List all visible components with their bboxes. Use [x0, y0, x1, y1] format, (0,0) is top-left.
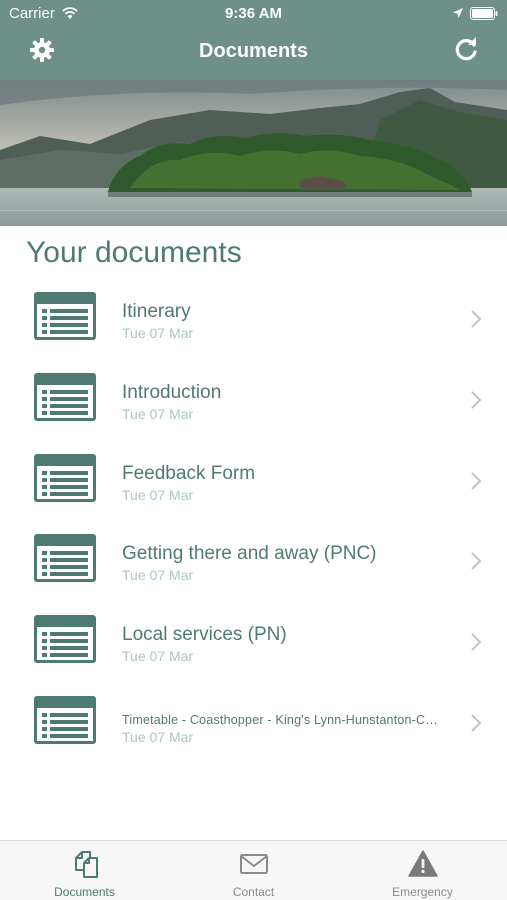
document-row[interactable]: Itinerary Tue 07 Mar — [0, 280, 507, 361]
document-name: Itinerary — [122, 301, 191, 322]
clock: 9:36 AM — [225, 5, 282, 22]
section-heading: Your documents — [26, 236, 242, 269]
chevron-right-icon — [471, 552, 482, 571]
tab-emergency[interactable]: Emergency — [338, 841, 507, 900]
refresh-icon[interactable] — [452, 36, 480, 64]
document-name: Timetable - Coasthopper - King's Lynn-Hu… — [122, 712, 438, 727]
tab-emergency-label: Emergency — [392, 885, 453, 899]
chevron-right-icon — [471, 714, 482, 732]
document-icon — [34, 292, 96, 340]
documents-icon — [75, 851, 98, 878]
document-name: Local services (PN) — [122, 624, 287, 646]
document-icon — [34, 453, 96, 502]
warning-icon — [408, 850, 438, 877]
document-date: Tue 07 Mar — [122, 405, 194, 422]
document-row[interactable]: Getting there and away (PNC) Tue 07 Mar — [0, 522, 507, 603]
chevron-right-icon — [471, 391, 482, 409]
chevron-right-icon — [471, 471, 482, 490]
tab-contact[interactable]: Contact — [169, 841, 338, 900]
document-date: Tue 07 Mar — [122, 486, 194, 503]
document-row[interactable]: Introduction Tue 07 Mar — [0, 361, 507, 442]
documents-screen: Carrier 9:36 AM Documents Your documents… — [0, 0, 507, 900]
document-name: Getting there and away (PNC) — [122, 543, 377, 565]
header: Carrier 9:36 AM Documents — [0, 0, 507, 80]
tab-documents[interactable]: Documents — [0, 841, 169, 900]
document-icon — [34, 534, 96, 583]
document-name: Introduction — [122, 381, 222, 403]
chevron-right-icon — [471, 310, 482, 328]
document-icon — [34, 372, 96, 421]
status-bar: Carrier 9:36 AM — [0, 0, 507, 28]
document-date: Tue 07 Mar — [122, 567, 194, 584]
document-row[interactable]: Feedback Form Tue 07 Mar — [0, 442, 507, 523]
document-icon — [34, 695, 96, 744]
document-icon — [34, 615, 96, 664]
page-title: Documents — [199, 40, 308, 62]
tab-contact-label: Contact — [232, 885, 275, 899]
tab-bar: Documents Contact Emergency — [0, 840, 507, 900]
document-row[interactable]: Timetable - Coasthopper - King's Lynn-Hu… — [0, 684, 507, 765]
document-date: Tue 07 Mar — [122, 325, 194, 341]
tab-documents-label: Documents — [54, 885, 115, 899]
nav-bar: Documents — [0, 28, 507, 80]
document-name: Feedback Form — [122, 462, 256, 484]
documents-list: Itinerary Tue 07 Mar Introduction Tue 07 Ma… — [0, 280, 507, 765]
document-date: Tue 07 Mar — [122, 728, 194, 745]
envelope-icon — [240, 854, 268, 874]
lake-banner-image — [0, 80, 507, 226]
chevron-right-icon — [471, 633, 482, 651]
battery-icon — [470, 7, 498, 20]
document-row[interactable]: Local services (PN) Tue 07 Mar — [0, 603, 507, 684]
location-arrow-icon — [453, 8, 463, 18]
document-date: Tue 07 Mar — [122, 648, 194, 665]
